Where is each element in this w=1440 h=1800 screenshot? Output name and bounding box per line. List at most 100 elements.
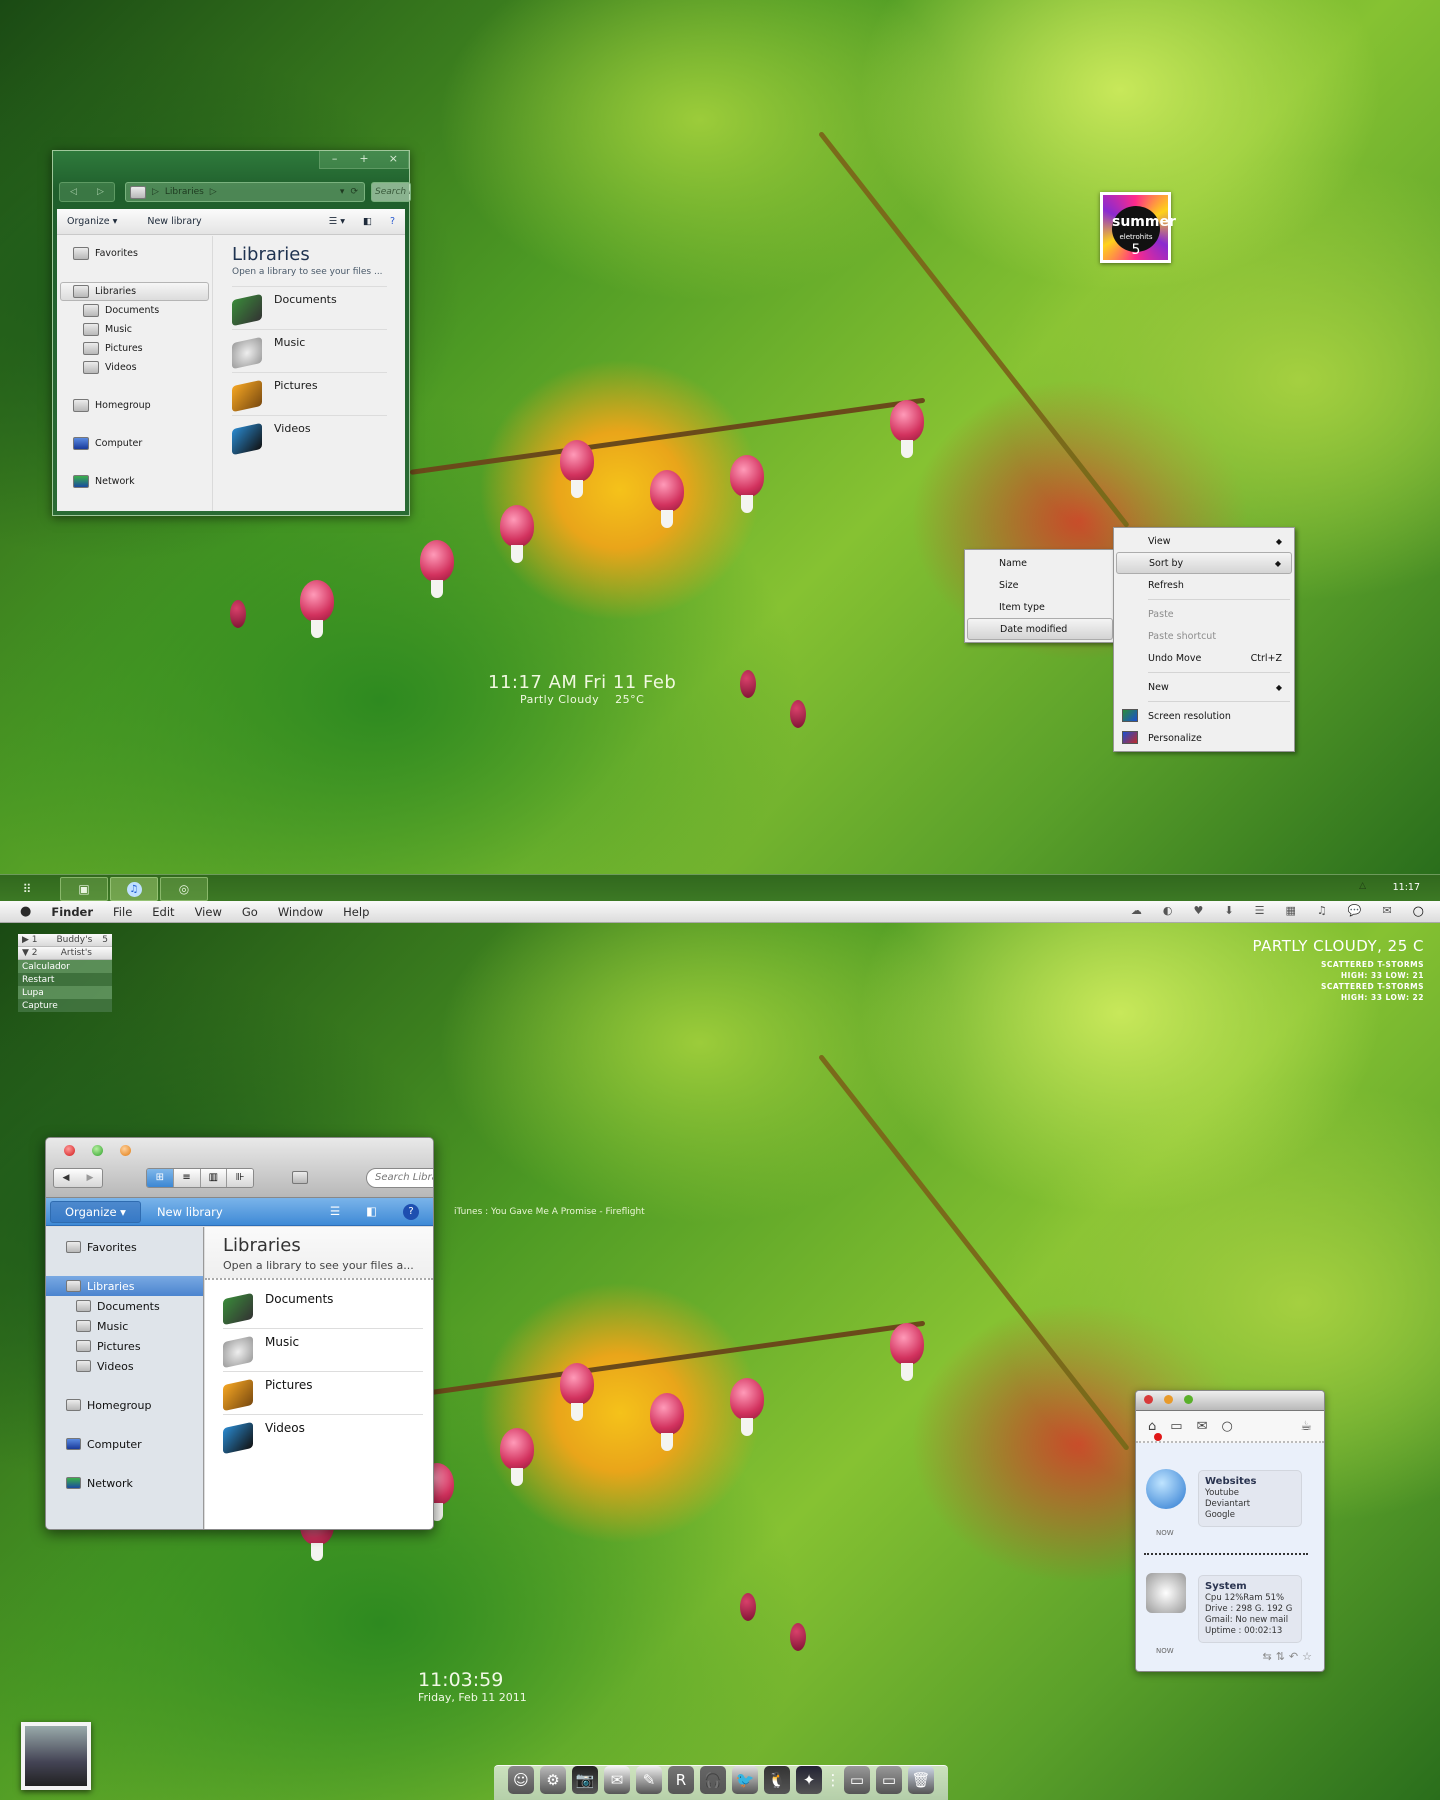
dock-item-trash[interactable]: 🗑	[908, 1766, 934, 1794]
coverflow-view-button[interactable]: ⊪	[227, 1169, 253, 1187]
dock-item-twitter[interactable]: 🐦	[732, 1766, 758, 1794]
spotlight-icon[interactable]: ○	[1413, 904, 1424, 919]
icon-view-button[interactable]: ⊞	[147, 1169, 174, 1187]
zoom-button[interactable]	[1184, 1395, 1193, 1404]
menu-help[interactable]: Help	[343, 905, 369, 919]
nav-item-pictures[interactable]: Pictures	[57, 339, 212, 358]
album-art-widget[interactable]: summer eletrohits 5	[1100, 192, 1176, 263]
library-item-documents[interactable]: Documents	[223, 1286, 423, 1329]
column-view-button[interactable]: ▥	[200, 1169, 228, 1187]
forward-button[interactable]: ▶	[87, 1173, 94, 1183]
zoom-button[interactable]	[92, 1145, 103, 1156]
menu-finder[interactable]: Finder	[51, 905, 93, 919]
new-library-button[interactable]: New library	[157, 1205, 223, 1219]
library-item-videos[interactable]: Videos	[223, 1415, 423, 1458]
launcher-item-lupa[interactable]: Lupa	[18, 986, 112, 999]
preview-pane-icon[interactable]: ◧	[366, 1204, 377, 1220]
start-button[interactable]: ⠿	[4, 877, 50, 901]
mail-icon[interactable]: ✉	[1197, 1419, 1208, 1434]
itunes-now-playing[interactable]: iTunes : You Gave Me A Promise - Firefli…	[454, 1207, 645, 1217]
explorer-window[interactable]: – + × ◁ ▷ ▷ Libraries ▷ ▾ ⟳ Search Li Or…	[52, 150, 411, 516]
menu-go[interactable]: Go	[242, 905, 258, 919]
taskbar-clock[interactable]: 11:17	[1393, 882, 1420, 893]
undo-icon[interactable]: ↶	[1289, 1650, 1298, 1663]
home-icon[interactable]: ⌂	[1148, 1419, 1156, 1434]
library-item-music[interactable]: Music	[232, 330, 387, 373]
mail-icon[interactable]: ✉	[1382, 904, 1391, 919]
grid-icon[interactable]: ▦	[1285, 904, 1295, 919]
search-input[interactable]: Search Li	[371, 182, 411, 202]
rss-icon[interactable]: ☰	[1255, 904, 1265, 919]
minimize-button[interactable]	[1164, 1395, 1173, 1404]
taskbar-itunes-button[interactable]: ♫	[110, 877, 158, 901]
help-icon[interactable]: ?	[390, 216, 395, 227]
preview-pane-icon[interactable]: ◧	[363, 216, 372, 227]
menu-edit[interactable]: Edit	[152, 905, 174, 919]
close-button[interactable]: ×	[379, 151, 408, 168]
nav-item-homegroup[interactable]: Homegroup	[57, 396, 212, 415]
heart-icon[interactable]: ♥	[1193, 904, 1203, 919]
view-options-icon[interactable]: ☰ ▾	[329, 216, 345, 227]
menu-item-new[interactable]: New ◆	[1116, 676, 1292, 698]
nav-item-libraries[interactable]: Libraries	[60, 282, 209, 301]
sort-size-item[interactable]: Size	[967, 574, 1113, 596]
address-bar[interactable]: ▷ Libraries ▷ ▾ ⟳	[125, 182, 365, 202]
refresh-icon[interactable]: ⟳	[350, 187, 364, 197]
sidebar-item-libraries[interactable]: Libraries	[46, 1276, 203, 1296]
launcher-item-calculador[interactable]: Calculador	[18, 960, 112, 973]
photo-frame-widget[interactable]	[21, 1722, 91, 1790]
download-icon[interactable]: ⬇	[1224, 904, 1233, 919]
menu-item-sort-by[interactable]: Sort by ◆	[1116, 552, 1292, 574]
chat-icon[interactable]: 💬	[1348, 904, 1362, 919]
organize-button[interactable]: Organize ▾	[67, 216, 117, 227]
dock-item-mail[interactable]: ✉	[604, 1766, 630, 1794]
notifier-widget[interactable]: ⌂ ▭ ✉ ○ ☕ Websites Youtube Deviantart Go…	[1135, 1390, 1325, 1672]
dock-item-safari[interactable]: ✦	[796, 1766, 822, 1794]
music-note-icon[interactable]: ♫	[1317, 904, 1327, 919]
menu-item-undo-move[interactable]: Undo Move Ctrl+Z	[1116, 647, 1292, 669]
sidebar-item-documents[interactable]: Documents	[46, 1296, 203, 1316]
retweet-icon[interactable]: ⇅	[1276, 1650, 1285, 1663]
website-link[interactable]: Youtube	[1205, 1488, 1295, 1499]
tray-overflow-icon[interactable]: △	[1359, 881, 1366, 891]
library-item-pictures[interactable]: Pictures	[232, 373, 387, 416]
apple-menu-icon[interactable]: ●	[20, 904, 31, 919]
star-icon[interactable]: ☆	[1302, 1650, 1312, 1663]
launcher-item-capture[interactable]: Capture	[18, 999, 112, 1012]
coffee-icon[interactable]: ☕	[1300, 1419, 1324, 1434]
reply-icon[interactable]: ⇆	[1262, 1650, 1271, 1663]
nav-item-computer[interactable]: Computer	[57, 434, 212, 453]
menu-view[interactable]: View	[195, 905, 222, 919]
dock-item-applications-folder[interactable]: ▭	[844, 1766, 870, 1794]
search-icon[interactable]: ○	[1221, 1419, 1232, 1434]
library-item-pictures[interactable]: Pictures	[223, 1372, 423, 1415]
nav-item-documents[interactable]: Documents	[57, 301, 212, 320]
breadcrumb-libraries[interactable]: Libraries	[165, 187, 204, 197]
minimize-button[interactable]	[120, 1145, 131, 1156]
launcher-group-1[interactable]: ▶ 1 Buddy's 5	[18, 934, 112, 947]
dock-item-headphones[interactable]: 🎧	[700, 1766, 726, 1794]
close-button[interactable]	[1144, 1395, 1153, 1404]
sort-item-type-item[interactable]: Item type	[967, 596, 1113, 618]
cloud-icon[interactable]: ☁	[1131, 904, 1142, 919]
website-link[interactable]: Google	[1205, 1510, 1295, 1521]
disk-icon[interactable]: ◐	[1163, 904, 1173, 919]
menu-file[interactable]: File	[113, 905, 132, 919]
library-item-documents[interactable]: Documents	[232, 287, 387, 330]
help-icon[interactable]: ?	[403, 1203, 419, 1220]
sidebar-item-homegroup[interactable]: Homegroup	[46, 1395, 203, 1415]
website-link[interactable]: Deviantart	[1205, 1499, 1295, 1510]
forward-button[interactable]: ▷	[97, 187, 104, 197]
finder-window[interactable]: ◀ ▶ ⊞ ≡ ▥ ⊪ Search Libraries Organize ▾ …	[45, 1137, 434, 1530]
search-input[interactable]: Search Libraries	[366, 1168, 433, 1188]
dock-item-rockstar[interactable]: R	[668, 1766, 694, 1794]
library-item-music[interactable]: Music	[223, 1329, 423, 1372]
dock-item-camera[interactable]: 📷	[572, 1766, 598, 1794]
sidebar-item-computer[interactable]: Computer	[46, 1434, 203, 1454]
dock-item-finder[interactable]: ☺	[508, 1766, 534, 1794]
taskbar-explorer-button[interactable]: ▣	[60, 877, 108, 901]
sidebar-item-pictures[interactable]: Pictures	[46, 1336, 203, 1356]
launcher-item-restart[interactable]: Restart	[18, 973, 112, 986]
nav-item-favorites[interactable]: Favorites	[57, 244, 212, 263]
minimize-button[interactable]: –	[320, 151, 349, 168]
